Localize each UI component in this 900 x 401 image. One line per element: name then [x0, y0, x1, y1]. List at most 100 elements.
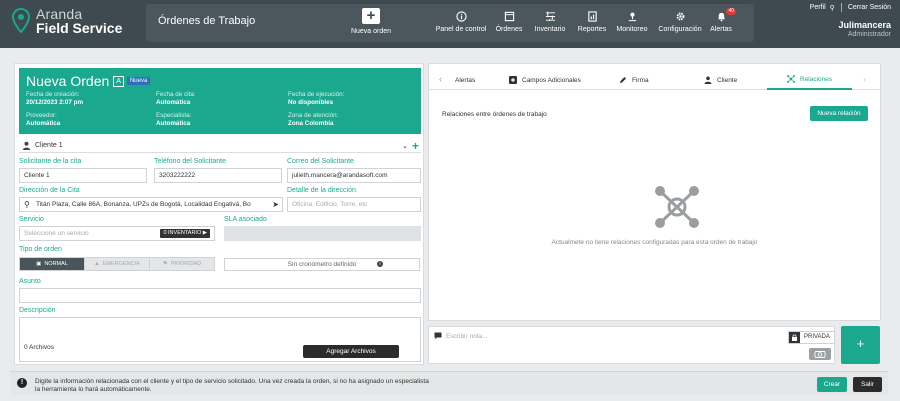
servicio-select[interactable]: Seleccione un servicio 0 INVENTARIO ▶ [19, 226, 215, 241]
exit-button[interactable]: Salir [853, 377, 882, 392]
nav-panel-control[interactable]: Panel de control [430, 10, 492, 33]
create-button[interactable]: Crear [817, 377, 847, 392]
location-pin-icon: ⚲ [24, 200, 30, 209]
user-role: Administrador [847, 31, 891, 38]
direccion-input[interactable]: ⚲ Titán Plaza, Calle 86A, Bonanza, UPZs … [19, 197, 283, 212]
plus-icon: + [362, 8, 380, 24]
status-badge: Nueva [126, 77, 151, 85]
servicio-label: Servicio [19, 216, 44, 223]
tab-label: Firma [632, 76, 649, 84]
detalle-input[interactable]: Oficina, Edificio, Torre, etc [287, 197, 421, 212]
order-type-selector: ▣ NORMAL ▲ EMERGENCIA ⚑ PRIORIDAD [19, 257, 215, 271]
order-header: Nueva Orden A Nueva Fecha de creación: 2… [19, 68, 421, 134]
telefono-input[interactable]: 3203222222 [154, 168, 282, 183]
empty-state-message: Actualmete no tiene relaciones configura… [551, 239, 758, 246]
note-input[interactable]: Escribir nota... [446, 333, 488, 340]
add-note-button[interactable]: + [841, 326, 880, 364]
tab-label: Cliente [717, 76, 738, 84]
chevron-right-icon[interactable]: › [863, 74, 866, 84]
tab-label: Relaciones [800, 75, 833, 83]
pen-icon [620, 77, 626, 83]
logout-link[interactable]: Cerrar Sesión [848, 4, 891, 11]
inventory-icon [544, 10, 556, 22]
tab-bar: ‹ Alertas Campos Adicionales Firma Clien… [429, 70, 880, 90]
note-composer: Escribir nota... PRIVADA [428, 326, 835, 364]
chevron-down-icon[interactable]: ⌄ [402, 142, 408, 150]
nav-reportes[interactable]: Reportes [574, 10, 610, 33]
alert-icon: ▲ [94, 261, 100, 267]
tab-label: Campos Adicionales [522, 76, 581, 84]
tab-relaciones[interactable]: Relaciones [767, 70, 853, 90]
detalle-label: Detalle de la dirección [287, 187, 356, 194]
type-prioridad[interactable]: ⚑ PRIORIDAD [150, 258, 214, 270]
type-normal[interactable]: ▣ NORMAL [20, 258, 85, 270]
type-label: EMERGENCIA [102, 261, 140, 267]
timer-field: Sin cronómetro definido i [224, 258, 420, 271]
descripcion-textarea[interactable]: 0 Archivos Agregar Archivos [19, 317, 421, 362]
type-label: PRIORIDAD [170, 261, 202, 267]
alerts-badge: 40 [726, 8, 736, 15]
new-order-button[interactable]: + Nueva orden [348, 8, 394, 42]
type-label: NORMAL [44, 261, 68, 267]
inventory-button[interactable]: 0 INVENTARIO ▶ [160, 229, 210, 238]
info-icon[interactable]: i [377, 261, 383, 267]
field-label: Especialista: [156, 112, 192, 119]
sla-field [224, 226, 421, 241]
nav-monitoreo[interactable]: Monitoreo [610, 10, 654, 33]
lock-icon [789, 332, 800, 343]
solicitante-label: Solicitante de la cita [19, 158, 82, 165]
relations-title: Relaciones entre órdenes de trabajo [442, 111, 547, 118]
type-emergencia[interactable]: ▲ EMERGENCIA [85, 258, 150, 270]
telefono-label: Teléfono del Solicitante [154, 158, 226, 165]
locate-arrow-icon[interactable]: ➤ [272, 198, 279, 211]
field-label: Fecha de ejecución: [288, 91, 345, 98]
correo-label: Correo del Solicitante [287, 158, 354, 165]
nav-configuracion[interactable]: Configuración [654, 10, 706, 33]
camera-icon [814, 351, 826, 358]
add-client-button[interactable]: + [412, 140, 419, 152]
tab-campos-adicionales[interactable]: Campos Adicionales [509, 70, 581, 90]
solicitante-input[interactable]: Cliente 1 [19, 168, 147, 183]
field-value: Zona Colombia [288, 120, 334, 127]
tab-firma[interactable]: Firma [619, 70, 649, 90]
person-pin-icon: ⚲ [829, 4, 835, 12]
order-title: Nueva Orden [26, 73, 110, 89]
tipo-orden-label: Tipo de orden [19, 246, 62, 253]
field-value: No disponibles [288, 99, 334, 106]
asunto-input[interactable] [19, 288, 421, 303]
field-fecha-cita: Fecha de cita: Automática [156, 91, 196, 107]
location-pin-icon [12, 8, 30, 34]
direccion-value: Titán Plaza, Calle 86A, Bonanza, UPZs de… [36, 201, 251, 208]
network-icon [787, 75, 795, 83]
username: Julimancera [838, 20, 891, 30]
nav-label: Inventario [534, 26, 566, 33]
profile-link[interactable]: Perfil [810, 4, 826, 11]
brand-line1: Aranda [36, 6, 83, 22]
divider [840, 3, 842, 12]
nav-label: Configuración [658, 26, 702, 33]
add-files-button[interactable]: Agregar Archivos [303, 345, 399, 358]
servicio-placeholder: Seleccione un servicio [24, 230, 89, 237]
details-panel: ‹ Alertas Campos Adicionales Firma Clien… [428, 63, 881, 321]
private-toggle[interactable]: PRIVADA [788, 331, 835, 344]
tab-cliente[interactable]: Cliente [704, 70, 737, 90]
client-selector[interactable]: Cliente 1 ⌄ + [19, 139, 421, 153]
camera-button[interactable] [809, 348, 831, 360]
app-logo[interactable]: Aranda Field Service [12, 7, 122, 35]
nav-inventario[interactable]: Inventario [526, 10, 574, 33]
user-area: Perfil ⚲ Cerrar Sesión Julimancera Admin… [810, 3, 891, 38]
comment-icon [434, 332, 442, 340]
asunto-label: Asunto [19, 278, 41, 285]
field-value: Automática [26, 120, 61, 127]
correo-input[interactable]: julieth.mancera@arandasoft.com [287, 168, 421, 183]
chevron-left-icon[interactable]: ‹ [439, 74, 442, 84]
nav-ordenes[interactable]: Órdenes [492, 10, 526, 33]
field-proveedor: Proveedor: Automática [26, 112, 60, 128]
direccion-label: Dirección de la Cita [19, 187, 80, 194]
nav-alertas[interactable]: 40 Alertas [706, 8, 736, 33]
field-fecha-ejecucion: Fecha de ejecución: No disponibles [288, 91, 344, 107]
plus-square-icon [509, 76, 517, 84]
new-relation-button[interactable]: Nueva relación [810, 106, 868, 121]
tab-alertas[interactable]: Alertas [455, 70, 475, 90]
page-title: Órdenes de Trabajo [158, 15, 256, 27]
